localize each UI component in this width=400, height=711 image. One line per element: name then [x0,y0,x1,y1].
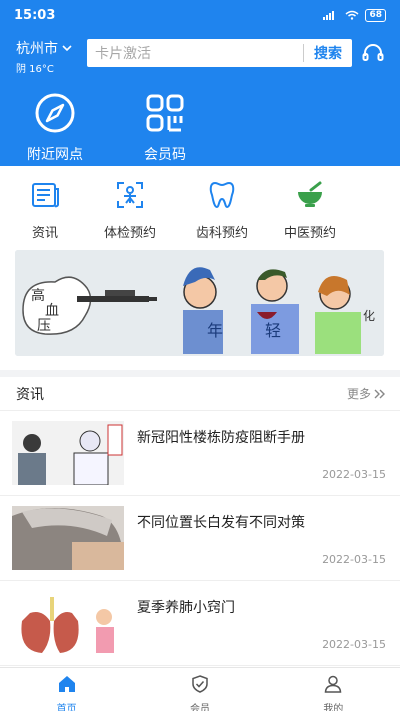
chevron-down-icon [62,44,72,51]
banner-word: 化 [363,309,375,323]
quick-member-code[interactable]: 会员码 [110,92,220,164]
news-thumbnail [12,591,124,655]
checkup-icon [117,182,143,208]
list-item[interactable]: 夏季养肺小窍门 2022-03-15 [0,581,400,666]
quick-nearby-outlets[interactable]: 附近网点 [0,92,110,164]
tab-label: 首页 [56,704,77,711]
double-chevron-right-icon [374,389,385,398]
quick-actions: 附近网点 会员码 [0,92,400,164]
news-more-link[interactable]: 更多 [347,385,386,402]
status-time: 15:03 [14,7,56,23]
banner-word: 轻 [265,321,281,340]
promo-banner[interactable]: 高 血 压 年 轻 化 [15,250,384,356]
status-icons: 68 [323,8,386,22]
bottom-tab-bar: 首页 会员 我的 [0,667,400,711]
list-item[interactable]: 新冠阳性楼栋防疫阻断手册 2022-03-15 [0,411,400,496]
member-code-icon [146,94,184,132]
city-selector[interactable]: 杭州市 阴 16°C [16,38,72,75]
signal-icon [323,11,335,20]
herb-mortar-icon [298,181,322,207]
tab-profile[interactable]: 我的 [267,668,400,711]
services-row: 资讯 体检预约 齿科预约 中医预约 [0,166,400,241]
service-dental[interactable]: 齿科预约 [178,180,266,241]
news-item-title: 不同位置长白发有不同对策 [137,515,305,531]
compass-icon [35,93,75,133]
shield-check-icon [192,675,208,693]
banner-word: 血 [45,303,59,319]
banner-word: 高 [31,287,45,304]
news-icon [32,183,59,208]
home-icon [58,676,75,692]
news-item-date: 2022-03-15 [322,468,386,481]
service-checkup[interactable]: 体检预约 [82,180,178,241]
banner-word: 年 [207,321,223,340]
battery-icon: 68 [365,8,386,22]
news-item-date: 2022-03-15 [322,553,386,566]
tab-member[interactable]: 会员 [133,668,266,711]
news-thumbnail [12,421,124,485]
service-label: 齿科预约 [195,226,248,241]
tab-label: 会员 [189,704,210,711]
city-name: 杭州市 [16,41,58,57]
list-item[interactable]: 不同位置长白发有不同对策 2022-03-15 [0,496,400,581]
tab-label: 我的 [323,704,344,711]
banner-word: 压 [37,318,51,334]
quick-label: 附近网点 [27,147,83,163]
quick-label: 会员码 [144,147,186,163]
services-section: 资讯 体检预约 齿科预约 中医预约 高 血 压 年 轻 化 [0,166,400,370]
banner-illustration: 高 血 压 年 轻 化 [15,250,384,356]
tooth-icon [209,181,235,209]
weather-text: 阴 16°C [16,64,54,75]
search-input[interactable]: 卡片激活 [87,43,303,63]
user-icon [325,675,342,693]
status-bar: 15:03 68 [0,0,400,30]
search-row: 杭州市 阴 16°C 卡片激活 搜索 [0,38,400,75]
news-item-title: 新冠阳性楼栋防疫阻断手册 [137,430,305,446]
search-box[interactable]: 卡片激活 搜索 [87,39,352,67]
wifi-icon [345,10,359,20]
header: 15:03 68 杭州市 阴 16°C 卡片激活 搜索 附近网点 会员码 [0,0,400,166]
service-label: 体检预约 [103,226,156,241]
tab-home[interactable]: 首页 [0,668,133,711]
headset-icon[interactable] [362,43,384,63]
news-section: 资讯 更多 新冠阳性楼栋防疫阻断手册 2022-03-15 不同位置长白发有不同… [0,377,400,667]
service-label: 中医预约 [283,226,336,241]
service-news[interactable]: 资讯 [8,180,82,241]
service-label: 资讯 [31,226,58,241]
search-button[interactable]: 搜索 [304,43,352,63]
news-thumbnail [12,506,124,570]
news-item-title: 夏季养肺小窍门 [137,600,235,616]
news-title: 资讯 [16,386,44,403]
service-tcm[interactable]: 中医预约 [266,180,354,241]
news-item-date: 2022-03-15 [322,638,386,651]
more-label: 更多 [346,387,371,401]
news-header: 资讯 更多 [0,377,400,411]
